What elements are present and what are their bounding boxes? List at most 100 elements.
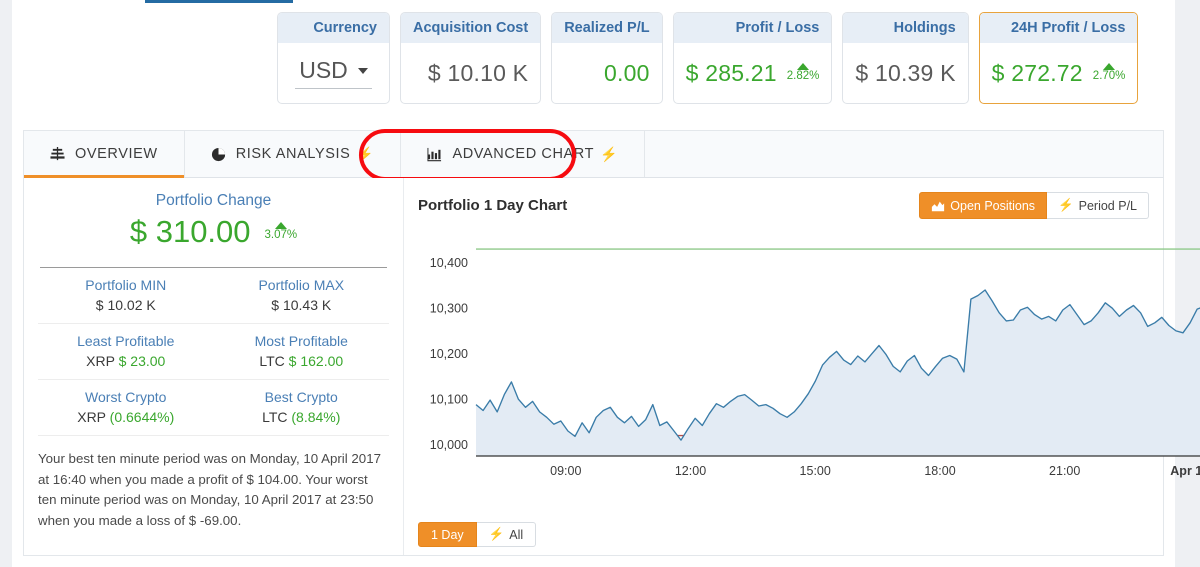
summary-card-percent-group: 2.70% <box>1093 63 1125 83</box>
tab-bar: OVERVIEW RISK ANALYSIS ⚡ ADVANCED CHART ⚡ <box>23 130 1164 178</box>
stat-label: Portfolio MIN <box>85 277 167 293</box>
tab-bar-filler <box>645 131 1163 177</box>
summary-card-holdings: Holdings $ 10.39 K <box>842 12 969 104</box>
stat-label: Worst Crypto <box>85 389 167 405</box>
chart-panel: Portfolio 1 Day Chart Open Positions ⚡ Per… <box>404 178 1200 555</box>
triangle-up-icon <box>274 222 287 230</box>
y-axis-tick-label: 10,200 <box>430 347 468 361</box>
portfolio-change-value: $ 310.00 <box>129 214 251 249</box>
x-axis-tick-label: 15:00 <box>800 464 831 478</box>
button-all[interactable]: ⚡ All <box>476 522 537 547</box>
y-axis-tick-label: 10,400 <box>430 256 468 270</box>
currency-select[interactable]: USD <box>295 57 372 89</box>
summary-cards: Currency USD Acquisition Cost $ 10.10 K Real… <box>277 12 1139 104</box>
summary-card-realized-pl: Realized P/L 0.00 <box>551 12 663 104</box>
summary-card-body: $ 285.21 2.82% <box>674 43 832 103</box>
stat-row: Worst Crypto XRP (0.6644%) Best Crypto LTC … <box>38 380 389 436</box>
stat-cell: Worst Crypto XRP (0.6644%) <box>38 389 214 425</box>
portfolio-change-percent-group: 3.07% <box>264 222 298 242</box>
pie-chart-icon <box>211 147 226 162</box>
summary-card-body: $ 10.10 K <box>401 43 540 103</box>
button-open-positions[interactable]: Open Positions <box>919 192 1048 219</box>
portfolio-stats-list: Portfolio MIN $ 10.02 K Portfolio MAX $ 10.… <box>38 268 389 436</box>
tab-advanced-chart[interactable]: ADVANCED CHART ⚡ <box>401 131 646 177</box>
layers-icon <box>50 146 65 162</box>
bolt-icon: ⚡ <box>1058 198 1074 212</box>
stat-value: $ 10.43 K <box>214 297 390 313</box>
summary-card-body: $ 10.39 K <box>843 43 967 103</box>
summary-card-percent: 2.82% <box>786 70 820 83</box>
portfolio-summary-panel: Portfolio Change $ 310.00 3.07% Portfoli… <box>24 178 404 555</box>
stat-label: Best Crypto <box>264 389 338 405</box>
stat-value: LTC $ 162.00 <box>214 353 390 369</box>
stat-value-accent: (8.84%) <box>291 409 341 425</box>
button-1-day[interactable]: 1 Day <box>418 522 477 547</box>
button-period-p-l[interactable]: ⚡ Period P/L <box>1047 192 1149 219</box>
currency-select-value: USD <box>299 57 348 83</box>
portfolio-change-percent: 3.07% <box>264 229 298 242</box>
summary-card-value: $ 10.10 K <box>427 59 529 86</box>
summary-card-header: Acquisition Cost <box>401 13 541 43</box>
tab-overview[interactable]: OVERVIEW <box>24 131 185 178</box>
summary-card-body: USD <box>278 43 389 103</box>
chart-range-buttons: 1 Day ⚡ All <box>418 522 537 547</box>
stat-value-accent: $ 23.00 <box>118 353 166 369</box>
stat-label: Least Profitable <box>77 333 175 349</box>
summary-card-header: Profit / Loss <box>673 13 832 43</box>
x-axis-tick-label: Apr 11 <box>1170 464 1200 478</box>
y-axis-tick-label: 10,100 <box>430 393 468 407</box>
summary-card-profit-loss: Profit / Loss $ 285.21 2.82% <box>672 12 833 104</box>
summary-card-body: 0.00 <box>552 43 661 103</box>
stat-value-accent: (0.6644%) <box>109 409 175 425</box>
stat-value-accent: $ 162.00 <box>288 353 344 369</box>
stat-value-main: LTC <box>259 353 289 369</box>
summary-card-value: $ 285.21 <box>685 59 777 86</box>
tab-label: OVERVIEW <box>75 146 158 162</box>
stat-value: $ 10.02 K <box>38 297 214 313</box>
stat-cell: Portfolio MIN $ 10.02 K <box>38 277 214 313</box>
summary-card-percent-group: 2.82% <box>786 63 820 83</box>
chevron-down-icon <box>357 67 368 74</box>
button-label: All <box>509 527 524 542</box>
stat-cell: Least Profitable XRP $ 23.00 <box>38 333 214 369</box>
stat-value: XRP $ 23.00 <box>38 353 214 369</box>
x-axis-tick-label: 21:00 <box>1049 464 1080 478</box>
chart-canvas: 10,00010,10010,20010,30010,400$ 10.43 K$… <box>418 230 1200 488</box>
button-label: 1 Day <box>431 527 464 542</box>
bar-chart-icon <box>427 147 442 162</box>
portfolio-note: Your best ten minute period was on Monda… <box>38 451 381 528</box>
stat-cell: Most Profitable LTC $ 162.00 <box>214 333 390 369</box>
stat-label: Most Profitable <box>254 333 348 349</box>
button-label: Period P/L <box>1078 198 1137 213</box>
summary-card-currency[interactable]: Currency USD <box>277 12 390 104</box>
top-active-tab-indicator <box>145 0 293 3</box>
tab-label: RISK ANALYSIS <box>235 146 351 162</box>
stat-value: LTC (8.84%) <box>214 409 390 425</box>
triangle-up-icon <box>797 63 810 71</box>
x-axis-tick-label: 18:00 <box>924 464 955 478</box>
stat-row: Portfolio MIN $ 10.02 K Portfolio MAX $ 10.… <box>38 268 389 324</box>
triangle-up-icon <box>1103 63 1116 71</box>
y-axis-tick-label: 10,000 <box>430 438 468 452</box>
chart-panel-header: Portfolio 1 Day Chart Open Positions ⚡ Per… <box>418 192 1149 219</box>
content-area: Portfolio Change $ 310.00 3.07% Portfoli… <box>23 178 1200 556</box>
stat-value-main: LTC <box>262 409 292 425</box>
y-axis-tick-label: 10,300 <box>430 302 468 316</box>
stat-value-main: $ 10.43 K <box>271 297 332 313</box>
summary-card-acquisition-cost: Acquisition Cost $ 10.10 K <box>400 12 542 104</box>
portfolio-change-label: Portfolio Change <box>155 192 272 209</box>
app-root: Currency USD Acquisition Cost $ 10.10 K Real… <box>0 0 1200 567</box>
summary-card-value: $ 272.72 <box>991 59 1083 86</box>
chart-mode-buttons: Open Positions ⚡ Period P/L <box>919 192 1149 219</box>
stat-value-main: XRP <box>86 353 119 369</box>
bolt-icon: ⚡ <box>488 527 505 541</box>
tab-risk-analysis[interactable]: RISK ANALYSIS ⚡ <box>185 131 402 177</box>
area-chart-icon <box>931 199 945 213</box>
summary-card-value: 0.00 <box>604 59 650 86</box>
summary-card-header: Currency <box>278 13 389 43</box>
stat-value-main: XRP <box>77 409 110 425</box>
stat-value: XRP (0.6644%) <box>38 409 214 425</box>
x-axis-tick-label: 09:00 <box>550 464 581 478</box>
summary-card-header: Realized P/L <box>552 13 662 43</box>
summary-card-header: 24H Profit / Loss <box>979 13 1138 43</box>
